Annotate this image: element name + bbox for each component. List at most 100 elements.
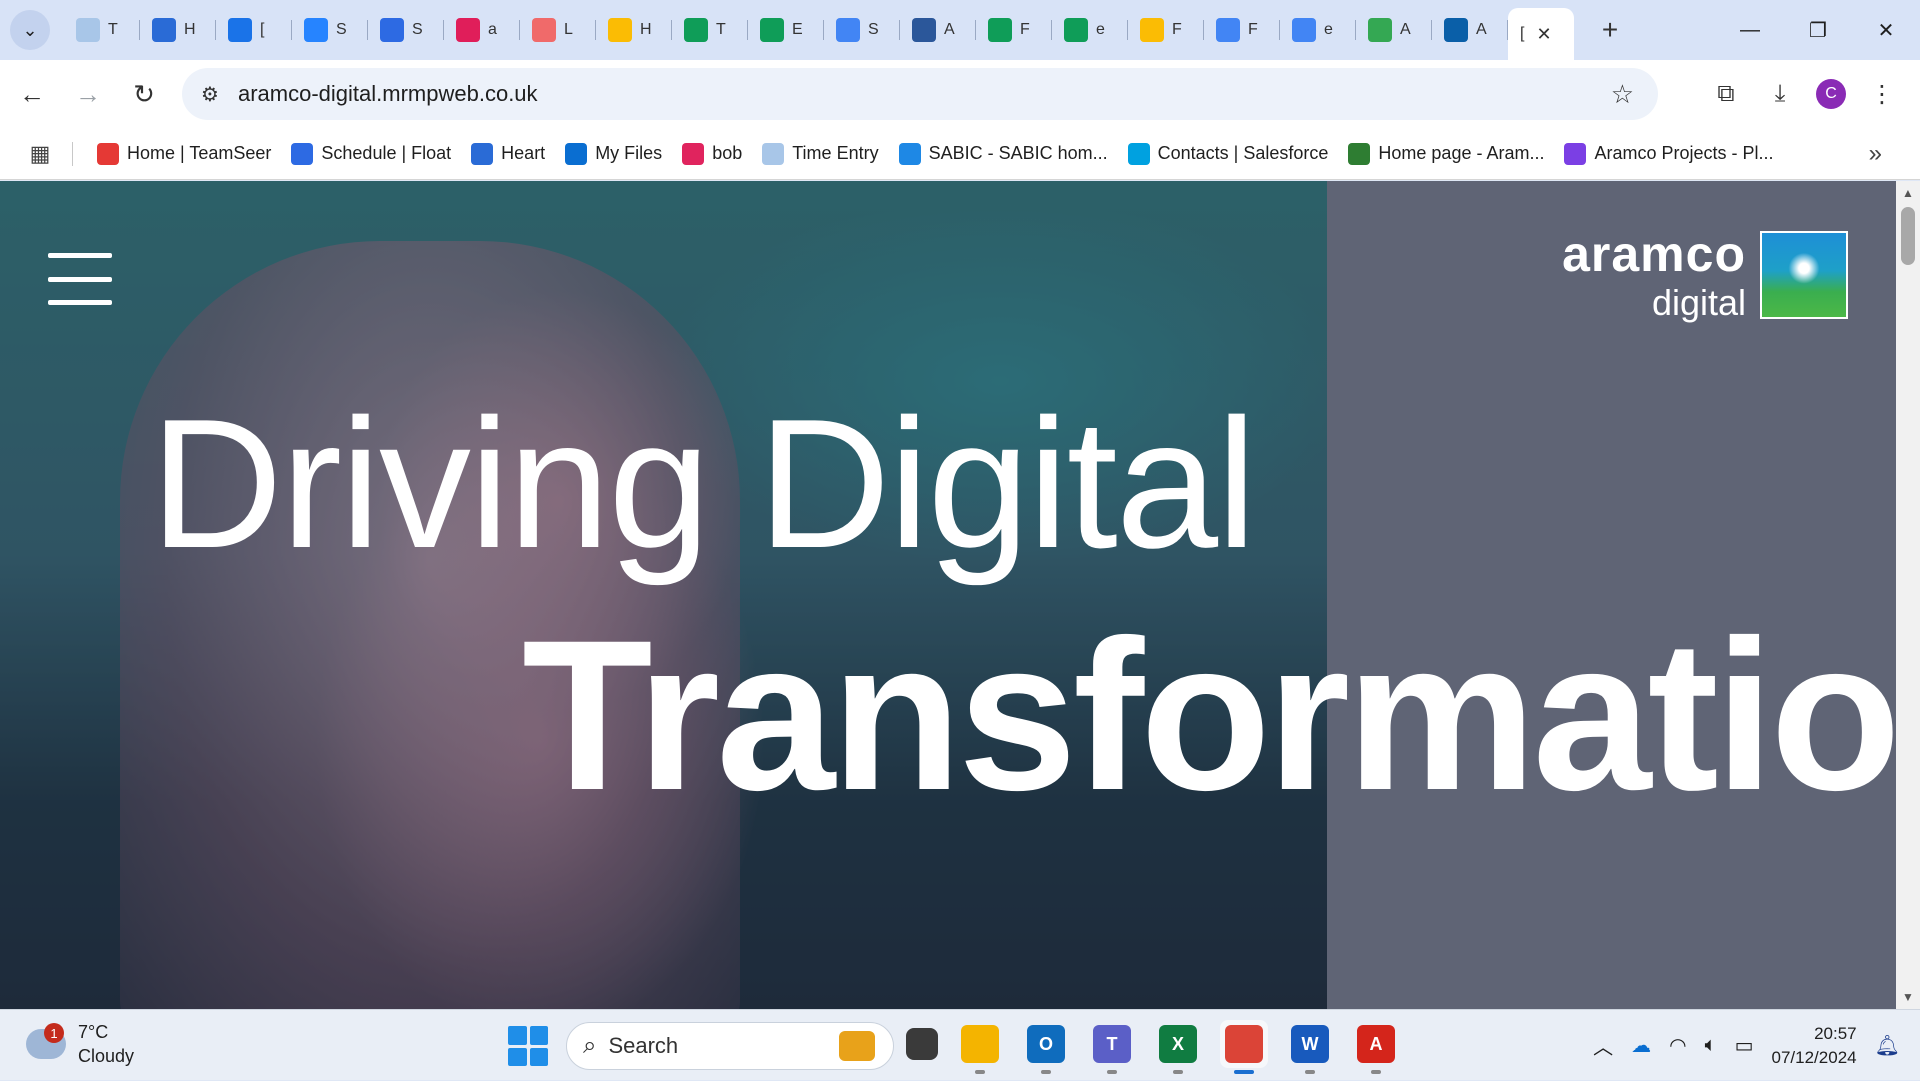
running-indicator xyxy=(1234,1070,1254,1074)
browser-tab[interactable]: S xyxy=(368,8,444,52)
teams-icon[interactable]: T xyxy=(1088,1020,1136,1074)
running-indicator xyxy=(975,1070,985,1074)
profile-avatar[interactable]: C xyxy=(1816,79,1846,109)
tab-title: S xyxy=(412,21,423,38)
tab-title: T xyxy=(108,21,118,38)
file-explorer-icon[interactable] xyxy=(956,1020,1004,1074)
bookmark-favicon-icon xyxy=(682,142,705,165)
page-viewport: aramco digital Driving Digital Transform… xyxy=(0,181,1896,1009)
url-text[interactable]: aramco-digital.mrmpweb.co.uk xyxy=(238,81,538,107)
browser-tab[interactable]: A xyxy=(1432,8,1508,52)
browser-tab[interactable]: H xyxy=(140,8,216,52)
aramco-digital-logo[interactable]: aramco digital xyxy=(1562,229,1848,321)
browser-tab[interactable]: E xyxy=(748,8,824,52)
show-hidden-icons-chevron-icon[interactable]: ︿ xyxy=(1593,1031,1613,1060)
bookmark-label: Schedule | Float xyxy=(321,143,452,163)
new-tab-button[interactable]: + xyxy=(1590,10,1630,50)
scroll-down-arrow-icon[interactable]: ▼ xyxy=(1896,987,1920,1007)
volume-icon[interactable]: 🔈︎ xyxy=(1705,1034,1717,1057)
site-info-icon[interactable]: ⚙ xyxy=(190,74,230,114)
browser-tab[interactable]: T xyxy=(672,8,748,52)
apps-grid-icon[interactable]: ▦ xyxy=(20,134,60,174)
minimize-button[interactable]: — xyxy=(1716,0,1784,60)
page-scrollbar[interactable]: ▲ ▼ xyxy=(1896,181,1920,1009)
logo-line-1: aramco xyxy=(1562,226,1746,282)
bookmark-item[interactable]: My Files xyxy=(555,136,672,172)
tab-title: e xyxy=(1324,21,1333,38)
bookmark-item[interactable]: Heart xyxy=(461,136,555,172)
close-window-button[interactable]: ✕ xyxy=(1852,0,1920,60)
word-icon[interactable]: W xyxy=(1286,1020,1334,1074)
browser-tab[interactable]: F xyxy=(1204,8,1280,52)
weather-text: 7°C Cloudy xyxy=(78,1020,134,1069)
browser-tab[interactable]: e xyxy=(1052,8,1128,52)
tab-favicon-icon xyxy=(1368,18,1392,42)
browser-tab[interactable]: L xyxy=(520,8,596,52)
scrollbar-thumb[interactable] xyxy=(1901,207,1915,265)
running-indicator xyxy=(1305,1070,1315,1074)
bookmark-item[interactable]: SABIC - SABIC hom... xyxy=(889,136,1118,172)
browser-tab[interactable]: F xyxy=(976,8,1052,52)
running-indicator xyxy=(1041,1070,1051,1074)
reload-button[interactable]: ↻ xyxy=(120,70,168,118)
weather-desc: Cloudy xyxy=(78,1046,135,1067)
notification-bell-icon[interactable]: 🔔︎ xyxy=(1875,1033,1900,1058)
windows-start-icon[interactable] xyxy=(508,1026,548,1066)
taskbar-search[interactable]: ⌕ Search xyxy=(566,1022,894,1070)
clock[interactable]: 20:57 07/12/2024 xyxy=(1772,1022,1857,1070)
bookmark-item[interactable]: Contacts | Salesforce xyxy=(1118,136,1339,172)
browser-tab[interactable]: H xyxy=(596,8,672,52)
tab-favicon-icon xyxy=(760,18,784,42)
bookmark-item[interactable]: Home page - Aram... xyxy=(1338,136,1554,172)
briefcase-icon xyxy=(839,1031,875,1061)
tab-search-chevron-icon[interactable]: ⌄ xyxy=(10,10,50,50)
browser-tab[interactable]: e xyxy=(1280,8,1356,52)
browser-tab[interactable]: S xyxy=(292,8,368,52)
back-button[interactable]: ← xyxy=(8,70,56,118)
close-tab-icon[interactable]: ✕ xyxy=(1536,24,1551,45)
extensions-icon[interactable]: ⧉ xyxy=(1708,76,1744,112)
tab-title: T xyxy=(716,21,726,38)
address-bar[interactable]: ⚙ aramco-digital.mrmpweb.co.uk ☆ xyxy=(182,68,1658,120)
browser-tab[interactable]: A xyxy=(900,8,976,52)
system-tray: ︿ ☁ ◠ 🔈︎ ▭ 20:57 07/12/2024 🔔︎ xyxy=(1593,1010,1900,1081)
scroll-up-arrow-icon[interactable]: ▲ xyxy=(1896,183,1920,203)
acrobat-icon[interactable]: A xyxy=(1352,1020,1400,1074)
onedrive-cloud-icon[interactable]: ☁ xyxy=(1631,1033,1651,1058)
browser-tab[interactable]: T xyxy=(64,8,140,52)
bookmark-item[interactable]: Schedule | Float xyxy=(281,136,461,172)
bookmark-item[interactable]: bob xyxy=(672,136,752,172)
weather-temp: 7°C xyxy=(78,1022,109,1042)
forward-button[interactable]: → xyxy=(64,70,112,118)
battery-icon[interactable]: ▭ xyxy=(1735,1033,1754,1058)
bookmark-favicon-icon xyxy=(1348,142,1371,165)
file-explorer-glyph xyxy=(961,1025,999,1063)
bookmark-item[interactable]: Home | TeamSeer xyxy=(87,136,281,172)
more-bookmarks-icon[interactable]: » xyxy=(1869,140,1882,168)
wifi-icon[interactable]: ◠ xyxy=(1669,1033,1686,1058)
hero-headline-line-2: Transformation xyxy=(522,596,1896,835)
bookmark-item[interactable]: Aramco Projects - Pl... xyxy=(1554,136,1783,172)
task-view-icon[interactable] xyxy=(906,1028,938,1060)
browser-tab[interactable]: a xyxy=(444,8,520,52)
excel-icon[interactable]: X xyxy=(1154,1020,1202,1074)
menu-kebab-icon[interactable]: ⋮ xyxy=(1864,76,1900,112)
bookmark-star-icon[interactable]: ☆ xyxy=(1611,79,1634,110)
tab-favicon-icon xyxy=(228,18,252,42)
hamburger-menu-icon[interactable] xyxy=(48,253,112,305)
browser-tab[interactable]: S xyxy=(824,8,900,52)
aramco-star-logo-icon xyxy=(1760,231,1848,319)
running-indicator xyxy=(1173,1070,1183,1074)
tab-title: H xyxy=(640,21,652,38)
outlook-icon[interactable]: O xyxy=(1022,1020,1070,1074)
weather-widget[interactable]: 1 7°C Cloudy xyxy=(26,1020,134,1069)
bookmark-item[interactable]: Time Entry xyxy=(752,136,888,172)
browser-tab[interactable]: A xyxy=(1356,8,1432,52)
chrome-icon[interactable] xyxy=(1220,1020,1268,1074)
restore-button[interactable]: ❐ xyxy=(1784,0,1852,60)
download-icon[interactable]: ⤓ xyxy=(1762,76,1798,112)
browser-tab[interactable]: F xyxy=(1128,8,1204,52)
taskbar-apps: OTX WA xyxy=(906,1020,1400,1074)
active-browser-tab[interactable]: [✕ xyxy=(1508,8,1574,60)
browser-tab[interactable]: [ xyxy=(216,8,292,52)
